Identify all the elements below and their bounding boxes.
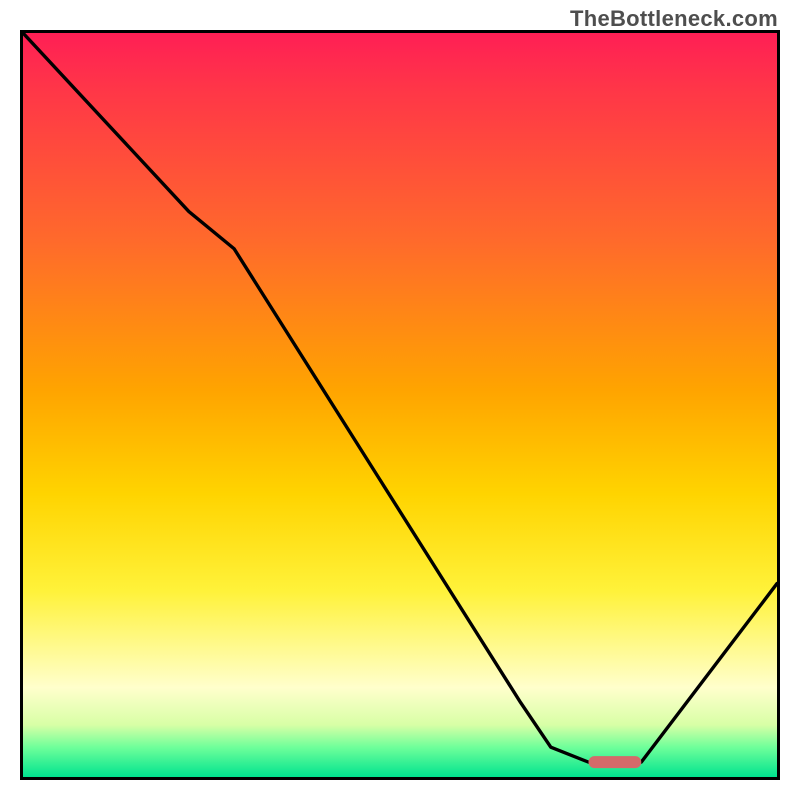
plot-area [20,30,780,780]
curve-layer [23,33,777,777]
chart-frame: TheBottleneck.com [0,0,800,800]
watermark-text: TheBottleneck.com [570,6,778,32]
bottleneck-curve [23,33,777,762]
optimal-range-marker [589,756,642,768]
